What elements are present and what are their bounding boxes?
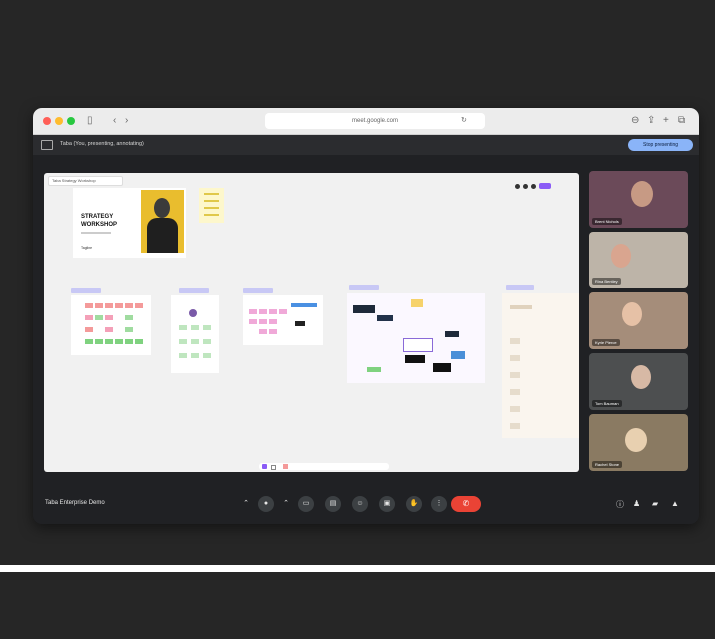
sticky-tool-icon[interactable] [283, 464, 288, 469]
frame-label [243, 288, 273, 293]
participant-face [631, 365, 651, 389]
sticky-cluster-frame[interactable] [71, 295, 151, 355]
stop-presenting-button[interactable]: Stop presenting [628, 139, 693, 151]
avatar[interactable] [531, 184, 536, 189]
photo-body [147, 218, 178, 253]
chat-icon[interactable]: ▰ [652, 499, 658, 508]
frame-label [506, 285, 534, 290]
reload-icon[interactable]: ↻ [461, 113, 467, 129]
whiteboard-canvas[interactable]: Taba Strategy Workshop STRATEGY WORKSHOP… [44, 173, 579, 472]
minimize-window-button[interactable] [55, 117, 63, 125]
participant-tile-2[interactable]: Rina Bentley [589, 232, 688, 288]
participant-tile-4[interactable]: Tom Bauman [589, 353, 688, 410]
board-toolbar [515, 176, 575, 189]
address-bar[interactable]: meet.google.com [265, 113, 485, 129]
emoji-icon[interactable]: ☺ [352, 496, 368, 512]
sidebar-icon[interactable]: ▯ [87, 113, 93, 129]
forward-icon[interactable]: › [125, 113, 128, 129]
frame-label [71, 288, 101, 293]
chevron-up-icon[interactable]: ⌃ [278, 496, 294, 512]
participant-name: Kyrie Pierce [592, 339, 620, 346]
participant-face [611, 244, 631, 268]
presenting-bar: Taba (You, presenting, annotating) Stop … [33, 135, 699, 155]
people-icon[interactable]: ♟ [633, 499, 640, 508]
tabs-icon[interactable]: ⧉ [678, 113, 685, 129]
participant-tile-3[interactable]: Kyrie Pierce [589, 292, 688, 349]
end-call-button[interactable]: ✆ [451, 496, 481, 512]
mind-map-frame[interactable] [347, 293, 485, 383]
green-sticky-frame[interactable] [171, 295, 219, 373]
canvas-bottom-toolbar [259, 463, 389, 470]
meeting-controls-bar: Taba Enterprise Demo ⌃ ● ⌃ ▭ ▤ ☺ ▣ ✋ ⋮ ✆… [33, 483, 699, 524]
share-icon[interactable]: ⇪ [647, 113, 655, 129]
pen-tool-icon[interactable] [262, 464, 267, 469]
camera-icon[interactable]: ▭ [298, 496, 314, 512]
screen-share-icon [41, 140, 53, 150]
frame-label [349, 285, 379, 290]
meeting-name: Taba Enterprise Demo [45, 500, 105, 506]
browser-window: ▯ ‹ › ◌ meet.google.com ↻ ⊖ ⇪ + ⧉ Taba (… [33, 108, 699, 524]
participant-face [625, 428, 647, 452]
browser-toolbar: ▯ ‹ › ◌ meet.google.com ↻ ⊖ ⇪ + ⧉ [33, 108, 699, 135]
pink-sticky-frame[interactable] [243, 295, 323, 345]
participant-face [622, 302, 642, 326]
captions-icon[interactable]: ▤ [325, 496, 341, 512]
photo-head [154, 198, 170, 218]
participant-face [631, 181, 653, 207]
subtitle-line [81, 232, 111, 234]
avatar[interactable] [523, 184, 528, 189]
activities-icon[interactable]: ▲ [671, 499, 679, 508]
hero-title: STRATEGY WORKSHOP [81, 214, 117, 228]
presenting-title: Taba (You, presenting, annotating) [60, 141, 144, 147]
raise-hand-icon[interactable]: ✋ [406, 496, 422, 512]
mic-icon[interactable]: ● [258, 496, 274, 512]
participant-name: Rachel Stone [592, 461, 623, 468]
back-icon[interactable]: ‹ [113, 113, 116, 129]
more-icon[interactable]: ⋮ [431, 496, 447, 512]
download-icon[interactable]: ⊖ [631, 113, 639, 129]
participant-tile-1[interactable]: Brent Nichols [589, 171, 688, 228]
dark-backdrop-bottom [0, 572, 715, 639]
avatar[interactable] [515, 184, 520, 189]
close-window-button[interactable] [43, 117, 51, 125]
participant-name: Rina Bentley [592, 278, 621, 285]
hero-tagline: Tagline [81, 246, 93, 250]
matrix-frame[interactable] [502, 293, 579, 438]
strategy-title-frame[interactable]: STRATEGY WORKSHOP Tagline [73, 188, 186, 258]
shape-tool-icon[interactable] [271, 465, 276, 470]
participant-name: Tom Bauman [592, 400, 622, 407]
presenter-photo [141, 190, 184, 253]
new-tab-icon[interactable]: + [663, 113, 669, 129]
board-tab[interactable]: Taba Strategy Workshop [48, 176, 123, 186]
participant-name: Brent Nichols [592, 218, 622, 225]
present-icon[interactable]: ▣ [379, 496, 395, 512]
participant-tile-5[interactable]: Rachel Stone [589, 414, 688, 471]
sticky-note-frame[interactable] [199, 188, 224, 223]
info-icon[interactable]: ⓘ [616, 499, 624, 510]
zoom-window-button[interactable] [67, 117, 75, 125]
chevron-up-icon[interactable]: ⌃ [238, 496, 254, 512]
frame-label [179, 288, 209, 293]
share-board-button[interactable] [539, 183, 551, 189]
